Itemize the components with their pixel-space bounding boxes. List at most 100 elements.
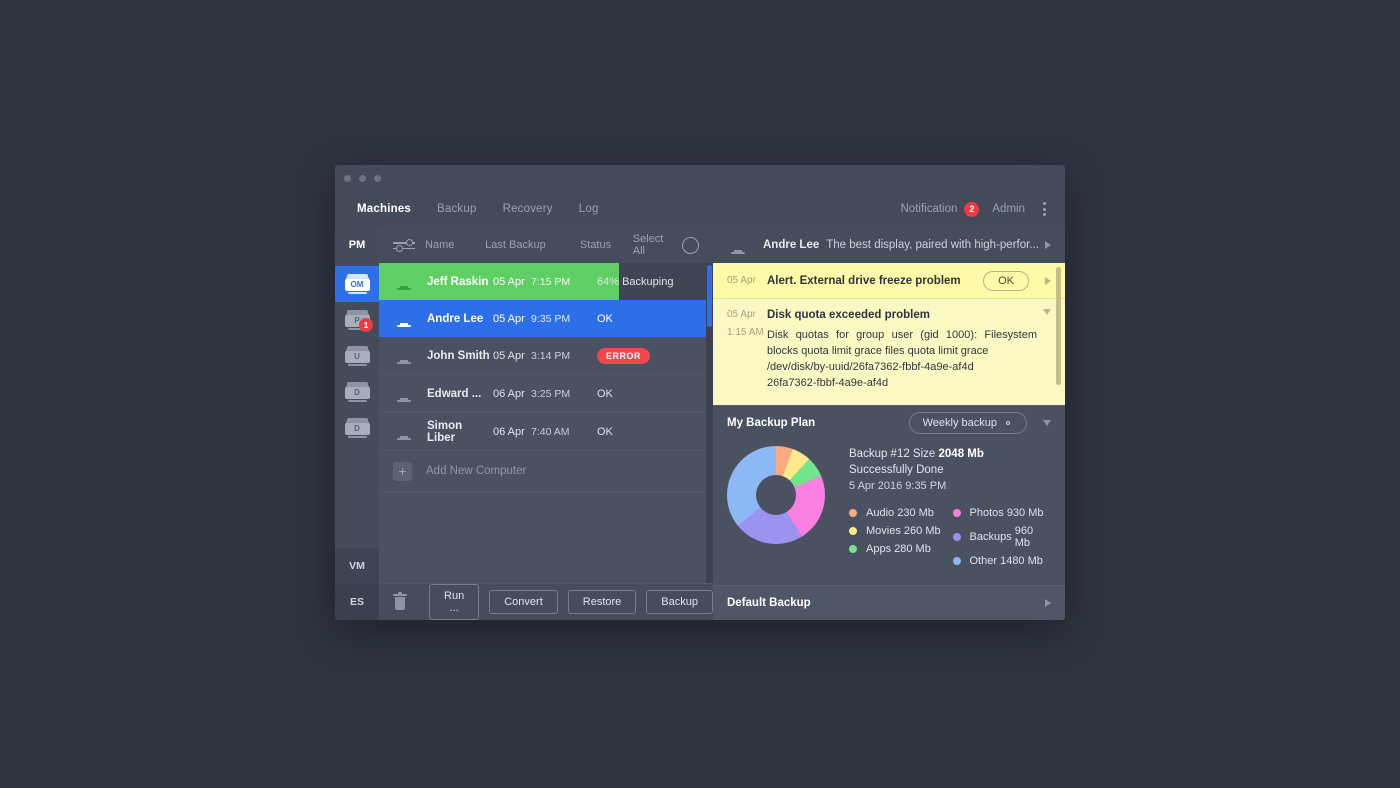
notification-scrollbar-thumb[interactable]	[1056, 267, 1061, 385]
machine-name: John Smith	[427, 349, 490, 362]
status-badge: ERROR	[597, 347, 651, 364]
rail-item-u[interactable]: U	[335, 338, 379, 374]
backup-plan-info: Backup #12 Size 2048 Mb Successfully Don…	[849, 446, 1051, 567]
notification-count-badge: 2	[964, 201, 980, 217]
right-panel: Andre Lee The best display, paired with …	[713, 227, 1065, 620]
backup-size-prefix: Backup #12 Size	[849, 448, 939, 460]
convert-button[interactable]: Convert	[489, 590, 558, 614]
machine-status: OK	[597, 312, 613, 325]
filter-sliders-icon[interactable]	[393, 238, 415, 252]
table-row[interactable]: Simon Liber 06 Apr 7:40 AM OK	[379, 413, 713, 451]
alert-title: Alert. External drive freeze problem	[767, 274, 961, 287]
legend-swatch	[952, 533, 961, 541]
machine-date: 05 Apr	[493, 349, 525, 362]
rail-item-p[interactable]: P 1	[335, 302, 379, 338]
machine-date: 06 Apr	[493, 387, 525, 400]
machines-footer-toolbar: Run ... Convert Restore Backup	[379, 583, 713, 620]
select-all-checkbox[interactable]	[682, 236, 699, 254]
chevron-down-icon[interactable]	[1043, 420, 1051, 426]
table-row[interactable]: John Smith 05 Apr 3:14 PM ERROR	[379, 337, 713, 375]
backup-plan-title: My Backup Plan	[727, 417, 816, 429]
alert-date: 05 Apr	[727, 275, 756, 286]
rail-top-label: PM	[348, 239, 366, 251]
machine-time: 3:14 PM	[531, 349, 571, 362]
machines-list: Jeff Raskin 05 Apr 7:15 PM 64% Backuping…	[379, 263, 713, 583]
backup-plan-header: My Backup Plan Weekly backup	[727, 406, 1051, 440]
tab-backup[interactable]: Backup	[437, 203, 477, 215]
alert-notification-row[interactable]: 05 Apr Alert. External drive freeze prob…	[713, 263, 1065, 299]
tab-log[interactable]: Log	[579, 203, 599, 215]
chevron-down-icon[interactable]	[1043, 309, 1051, 315]
notification-label: Notification	[900, 203, 958, 215]
backup-size-value: 2048 Mb	[938, 448, 984, 460]
admin-menu[interactable]: Admin	[992, 203, 1025, 215]
monitor-icon	[727, 237, 749, 254]
chevron-right-icon[interactable]	[1045, 599, 1051, 607]
zoom-button[interactable]	[374, 174, 381, 182]
machine-date: 06 Apr	[493, 425, 525, 438]
rail-item-letter: D	[354, 424, 360, 433]
column-header-status[interactable]: Status	[580, 239, 633, 251]
kebab-menu-icon[interactable]	[1038, 199, 1051, 219]
rail-item-om[interactable]: OM	[335, 266, 379, 302]
machine-time: 7:40 AM	[531, 425, 570, 438]
row-content: Simon Liber 06 Apr 7:40 AM OK	[393, 420, 713, 444]
rail-item-d1[interactable]: D	[335, 374, 379, 410]
expanded-line-1: Disk quotas for group user (gid 1000): F…	[767, 329, 1037, 357]
legend-swatch	[849, 509, 857, 517]
folder-icon: D	[344, 418, 370, 438]
legend-column-right: Photos 930 Mb Backups 960 Mb Other 1480 …	[952, 507, 1052, 567]
restore-button[interactable]: Restore	[567, 590, 637, 614]
alert-ok-button[interactable]: OK	[983, 270, 1029, 291]
legend-label: Movies	[866, 525, 901, 537]
column-header-name[interactable]: Name	[425, 239, 485, 251]
monitor-icon	[393, 347, 415, 364]
machine-status: OK	[597, 425, 613, 438]
progress-percent: 64%	[597, 275, 620, 288]
rail-item-es[interactable]: ES	[335, 584, 379, 620]
run-button[interactable]: Run ...	[429, 584, 480, 620]
rail-bottom: VM ES	[335, 548, 379, 620]
legend-value: 960 Mb	[1014, 525, 1034, 549]
legend-swatch	[849, 527, 857, 535]
minimize-button[interactable]	[359, 174, 366, 182]
tab-machines[interactable]: Machines	[357, 203, 411, 215]
table-row[interactable]: Jeff Raskin 05 Apr 7:15 PM 64% Backuping	[379, 263, 713, 300]
column-header-last-backup[interactable]: Last Backup	[485, 239, 580, 251]
rail-item-d2[interactable]: D	[335, 410, 379, 446]
donut-hole	[756, 475, 796, 515]
chevron-right-icon[interactable]	[1045, 241, 1051, 249]
add-new-computer-label: Add New Computer	[426, 465, 527, 477]
expanded-line-2: /dev/disk/by-uuid/26fa7362-fbbf-4a9e-af4…	[767, 361, 974, 373]
notification-header[interactable]: Andre Lee The best display, paired with …	[713, 227, 1065, 263]
notification-button[interactable]: Notification 2	[900, 201, 980, 217]
expanded-title: Disk quota exceeded problem	[767, 309, 930, 321]
menubar-right: Notification 2 Admin	[901, 199, 1052, 219]
machine-time: 3:25 PM	[531, 387, 571, 400]
table-row[interactable]: Andre Lee 05 Apr 9:35 PM OK	[379, 300, 713, 337]
machine-status: 64% Backuping	[597, 276, 713, 288]
backup-button[interactable]: Backup	[646, 590, 713, 614]
rail-item-vm[interactable]: VM	[335, 548, 379, 584]
legend-value: 230 Mb	[897, 507, 934, 519]
table-row[interactable]: Edward ... 06 Apr 3:25 PM OK	[379, 375, 713, 413]
trash-icon[interactable]	[393, 591, 407, 611]
default-backup-row[interactable]: Default Backup	[713, 585, 1065, 620]
legend-item: Movies 260 Mb	[849, 525, 953, 537]
close-button[interactable]	[344, 174, 351, 182]
legend-item: Photos 930 Mb	[952, 507, 1052, 519]
legend-swatch	[952, 557, 961, 565]
default-backup-title: Default Backup	[727, 597, 811, 609]
application-window: Machines Backup Recovery Log Notificatio…	[335, 165, 1065, 620]
tab-recovery[interactable]: Recovery	[503, 203, 553, 215]
status-text: Backuping	[622, 275, 674, 288]
backup-schedule-label: Weekly backup	[922, 417, 997, 429]
machine-date: 05 Apr	[493, 275, 525, 288]
chevron-right-icon[interactable]	[1045, 276, 1051, 285]
select-all-label[interactable]: Select All	[633, 233, 674, 257]
machine-date: 05 Apr	[493, 312, 525, 325]
add-new-computer-button[interactable]: + Add New Computer	[379, 451, 713, 492]
monitor-icon	[393, 310, 415, 327]
backup-schedule-button[interactable]: Weekly backup	[908, 412, 1027, 434]
legend-item: Audio 230 Mb	[849, 507, 953, 519]
